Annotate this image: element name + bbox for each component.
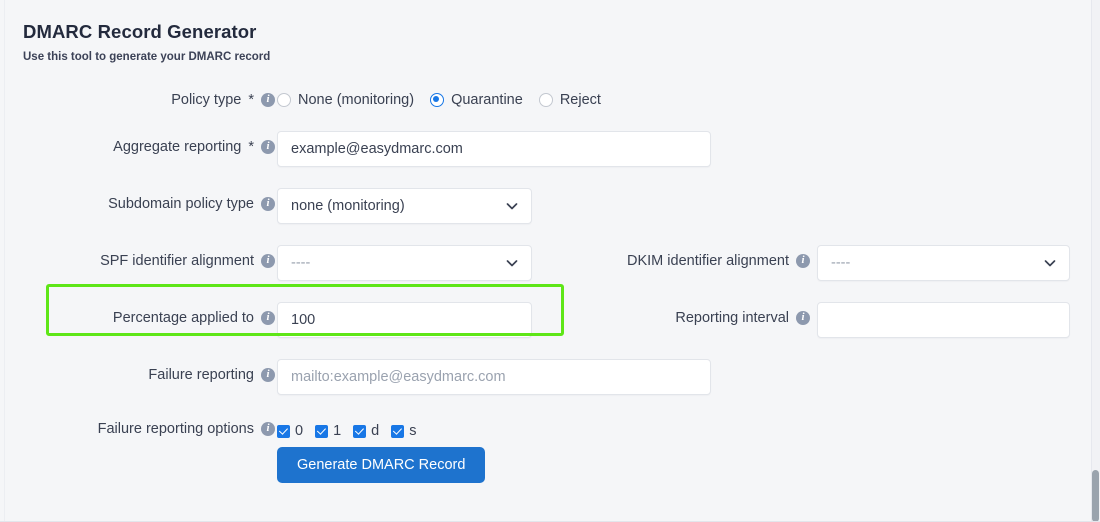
page-subtitle: Use this tool to generate your DMARC rec… bbox=[23, 51, 271, 63]
label-policy-type: Policy type * bbox=[171, 92, 275, 108]
info-icon[interactable] bbox=[261, 253, 275, 268]
failure-reporting-options-checkbox-group: 0 1 d s bbox=[277, 413, 416, 449]
radio-option-none-monitoring[interactable]: None (monitoring) bbox=[277, 92, 414, 108]
vertical-scrollbar-track[interactable] bbox=[1091, 0, 1100, 521]
info-icon[interactable] bbox=[261, 92, 275, 107]
checkbox-icon-d[interactable] bbox=[353, 424, 367, 438]
row-percentage-and-interval: Percentage applied to 100 Reporting inte… bbox=[0, 290, 1100, 347]
percentage-applied-to-value: 100 bbox=[291, 312, 316, 328]
aggregate-reporting-value: example@easydmarc.com bbox=[291, 141, 463, 157]
checkbox-option-1[interactable]: 1 bbox=[315, 423, 341, 439]
radio-label-none: None (monitoring) bbox=[298, 92, 415, 108]
row-identifier-alignment: SPF identifier alignment ---- DKIM ident… bbox=[0, 233, 1100, 290]
checkbox-label-0: 0 bbox=[295, 423, 304, 439]
row-aggregate-reporting: Aggregate reporting * example@easydmarc.… bbox=[0, 119, 1100, 176]
aggregate-reporting-input[interactable]: example@easydmarc.com bbox=[277, 131, 711, 167]
label-percentage-applied-to: Percentage applied to bbox=[113, 310, 275, 326]
checkbox-icon-1[interactable] bbox=[315, 424, 329, 438]
info-icon[interactable] bbox=[261, 421, 275, 436]
label-dkim-identifier-alignment-text: DKIM identifier alignment bbox=[627, 253, 789, 269]
checkbox-option-d[interactable]: d bbox=[353, 423, 379, 439]
required-marker-aggregate-reporting: * bbox=[248, 139, 254, 155]
label-aggregate-reporting: Aggregate reporting * bbox=[113, 139, 275, 155]
label-failure-reporting-text: Failure reporting bbox=[148, 367, 254, 383]
label-percentage-applied-to-text: Percentage applied to bbox=[112, 310, 254, 326]
label-spf-identifier-alignment: SPF identifier alignment bbox=[100, 253, 275, 269]
radio-label-quarantine: Quarantine bbox=[451, 92, 523, 108]
row-failure-reporting: Failure reporting mailto:example@easydma… bbox=[0, 347, 1100, 404]
chevron-down-icon bbox=[506, 257, 518, 269]
failure-reporting-placeholder: mailto:example@easydmarc.com bbox=[291, 369, 506, 385]
chevron-down-icon bbox=[506, 200, 518, 212]
failure-reporting-input[interactable]: mailto:example@easydmarc.com bbox=[277, 359, 711, 395]
checkbox-option-s[interactable]: s bbox=[391, 423, 416, 439]
radio-option-quarantine[interactable]: Quarantine bbox=[430, 92, 523, 108]
info-icon[interactable] bbox=[796, 310, 810, 325]
dmarc-form: Policy type * None (monitoring) Quaranti… bbox=[0, 82, 1100, 454]
radio-label-reject: Reject bbox=[559, 92, 601, 108]
required-marker-policy-type: * bbox=[248, 92, 254, 108]
radio-icon-quarantine[interactable] bbox=[430, 93, 445, 107]
checkbox-label-1: 1 bbox=[333, 423, 342, 439]
row-subdomain-policy-type: Subdomain policy type none (monitoring) bbox=[0, 176, 1100, 233]
vertical-scrollbar-thumb[interactable] bbox=[1092, 470, 1099, 521]
label-failure-reporting-options: Failure reporting options bbox=[98, 421, 275, 437]
radio-icon-reject[interactable] bbox=[538, 93, 553, 107]
label-reporting-interval-text: Reporting interval bbox=[675, 310, 789, 326]
row-failure-reporting-options: Failure reporting options 0 1 d bbox=[0, 404, 1100, 454]
checkbox-option-0[interactable]: 0 bbox=[277, 423, 303, 439]
generate-dmarc-record-button[interactable]: Generate DMARC Record bbox=[277, 447, 486, 483]
dkim-identifier-alignment-value: ---- bbox=[831, 255, 851, 271]
info-icon[interactable] bbox=[261, 367, 275, 382]
label-reporting-interval: Reporting interval bbox=[675, 310, 810, 326]
info-icon[interactable] bbox=[261, 196, 275, 211]
row-policy-type: Policy type * None (monitoring) Quaranti… bbox=[0, 82, 1100, 119]
reporting-interval-input[interactable] bbox=[817, 302, 1070, 338]
chevron-down-icon bbox=[1044, 257, 1056, 269]
dmarc-record-generator-page: DMARC Record Generator Use this tool to … bbox=[0, 0, 1100, 522]
page-header: DMARC Record Generator Use this tool to … bbox=[23, 20, 270, 64]
subdomain-policy-type-value: none (monitoring) bbox=[291, 198, 405, 214]
info-icon[interactable] bbox=[261, 310, 275, 325]
percentage-applied-to-input[interactable]: 100 bbox=[277, 302, 532, 338]
checkbox-label-d: d bbox=[371, 423, 380, 439]
checkbox-icon-s[interactable] bbox=[391, 424, 405, 438]
checkbox-icon-0[interactable] bbox=[277, 424, 290, 438]
info-icon[interactable] bbox=[796, 253, 810, 268]
label-failure-reporting: Failure reporting bbox=[148, 367, 275, 383]
spf-identifier-alignment-select[interactable]: ---- bbox=[277, 245, 532, 281]
label-dkim-identifier-alignment: DKIM identifier alignment bbox=[627, 253, 810, 269]
radio-icon-none[interactable] bbox=[277, 93, 291, 107]
dkim-identifier-alignment-select[interactable]: ---- bbox=[817, 245, 1070, 281]
radio-option-reject[interactable]: Reject bbox=[538, 92, 601, 108]
label-spf-identifier-alignment-text: SPF identifier alignment bbox=[100, 253, 254, 269]
page-title: DMARC Record Generator bbox=[23, 21, 257, 42]
policy-type-radio-group: None (monitoring) Quarantine Reject bbox=[277, 82, 601, 118]
checkbox-label-s: s bbox=[409, 423, 417, 439]
label-aggregate-reporting-text: Aggregate reporting bbox=[113, 139, 242, 155]
subdomain-policy-type-select[interactable]: none (monitoring) bbox=[277, 188, 532, 224]
info-icon[interactable] bbox=[261, 139, 275, 154]
label-subdomain-policy-type: Subdomain policy type bbox=[108, 196, 275, 212]
label-subdomain-policy-type-text: Subdomain policy type bbox=[108, 196, 254, 212]
spf-identifier-alignment-value: ---- bbox=[291, 255, 311, 271]
label-policy-type-text: Policy type bbox=[171, 92, 242, 108]
label-failure-reporting-options-text: Failure reporting options bbox=[97, 421, 254, 437]
